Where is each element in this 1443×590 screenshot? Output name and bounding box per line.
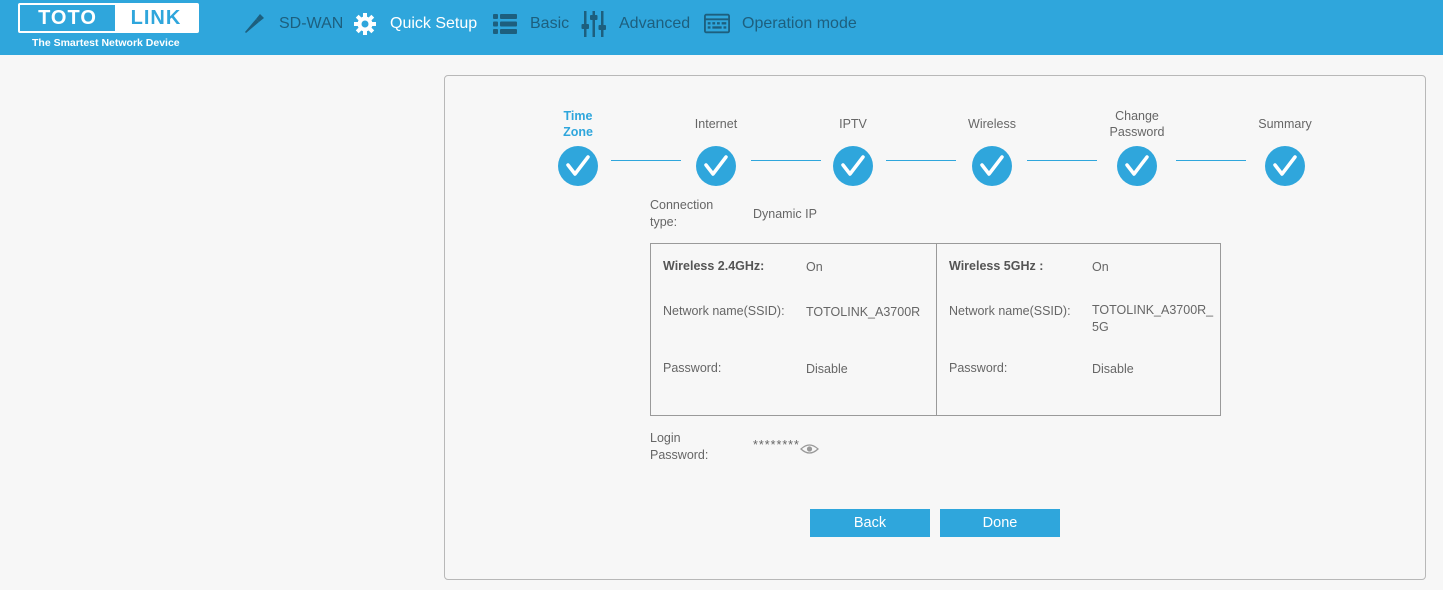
wireless-summary-table: Wireless 2.4GHz: On Network name(SSID): … <box>650 243 1221 416</box>
wireless-24-password-label: Password: <box>663 361 722 375</box>
check-icon <box>833 146 873 186</box>
nav-label: Basic <box>530 15 570 32</box>
quick-setup-panel: Time Zone Internet IPTV Wireless Change Pa… <box>444 75 1426 580</box>
step-wireless[interactable]: Wireless <box>942 107 1042 186</box>
wireless-5-ssid-label: Network name(SSID): <box>949 304 1071 318</box>
wireless-24ghz-column: Wireless 2.4GHz: On Network name(SSID): … <box>651 244 936 415</box>
step-internet[interactable]: Internet <box>666 107 766 186</box>
wireless-5-password-label: Password: <box>949 361 1008 375</box>
nav-label: Operation mode <box>742 15 857 32</box>
back-button[interactable]: Back <box>810 509 930 537</box>
done-button[interactable]: Done <box>940 509 1060 537</box>
totolink-logo[interactable]: TOTO LINK The Smartest Network Device <box>18 3 199 51</box>
check-icon <box>1265 146 1305 186</box>
nav-label: SD-WAN <box>279 15 344 32</box>
nav-operation-mode[interactable]: Operation mode <box>704 9 857 39</box>
nav-advanced[interactable]: Advanced <box>581 9 690 39</box>
step-label: Wireless <box>968 117 1016 131</box>
step-label: Summary <box>1258 117 1312 131</box>
list-icon <box>492 11 518 37</box>
top-bar: TOTO LINK The Smartest Network Device SD… <box>0 0 1443 55</box>
step-label: Time Zone <box>563 109 593 139</box>
wireless-5ghz-column: Wireless 5GHz : On Network name(SSID): T… <box>936 244 1221 415</box>
nav-quick-setup[interactable]: Quick Setup <box>352 9 477 39</box>
connection-type-value: Dynamic IP <box>753 207 817 221</box>
check-icon <box>972 146 1012 186</box>
logo-box: TOTO LINK <box>18 3 199 33</box>
check-icon <box>558 146 598 186</box>
step-label: Change Password <box>1109 109 1165 139</box>
wrench-icon <box>241 11 267 37</box>
check-icon <box>1117 146 1157 186</box>
step-change-password[interactable]: Change Password <box>1087 107 1187 186</box>
wireless-24-password-value: Disable <box>806 362 848 376</box>
logo-tagline: The Smartest Network Device <box>32 37 180 49</box>
wireless-24-status: On <box>806 260 823 274</box>
keyboard-icon <box>704 11 730 37</box>
sliders-icon <box>581 11 607 37</box>
eye-icon[interactable] <box>800 442 819 460</box>
wireless-5-ssid-value: TOTOLINK_A3700R_ 5G <box>1092 303 1214 334</box>
wireless-24-ssid-value: TOTOLINK_A3700R <box>806 305 921 319</box>
step-summary[interactable]: Summary <box>1235 107 1335 186</box>
step-label: IPTV <box>839 117 867 131</box>
connection-type-label: Connection type: <box>650 198 714 229</box>
wireless-5-title: Wireless 5GHz : <box>949 259 1044 273</box>
wireless-24-title: Wireless 2.4GHz: <box>663 259 765 273</box>
login-password-value: ******** <box>753 438 800 452</box>
nav-label: Quick Setup <box>390 15 478 32</box>
logo-text-left: TOTO <box>38 6 97 29</box>
nav-label: Advanced <box>619 15 691 32</box>
step-iptv[interactable]: IPTV <box>803 107 903 186</box>
gear-icon <box>352 11 378 37</box>
nav-sd-wan[interactable]: SD-WAN <box>241 9 343 39</box>
step-time-zone[interactable]: Time Zone <box>528 107 628 186</box>
login-password-label: Login Password: <box>650 431 709 462</box>
step-label: Internet <box>694 117 738 131</box>
nav-basic[interactable]: Basic <box>492 9 569 39</box>
wireless-5-status: On <box>1092 260 1109 274</box>
check-icon <box>696 146 736 186</box>
logo-text-right: LINK <box>115 5 197 31</box>
wireless-5-password-value: Disable <box>1092 362 1134 376</box>
wireless-24-ssid-label: Network name(SSID): <box>663 304 785 318</box>
